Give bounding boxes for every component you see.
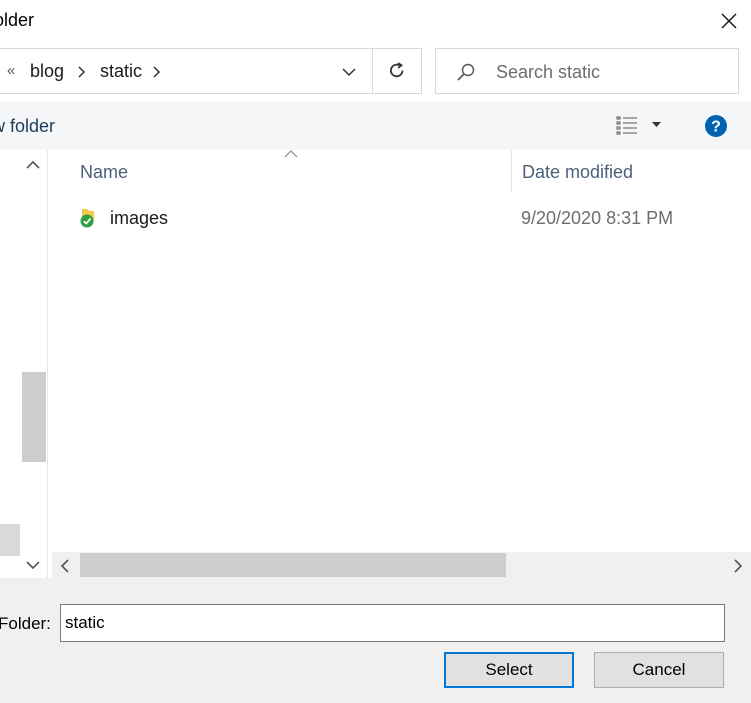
horizontal-scrollbar-thumb[interactable] bbox=[80, 553, 506, 577]
search-icon bbox=[457, 63, 475, 81]
chevron-down-icon[interactable] bbox=[342, 67, 356, 77]
toolbar: w folder ? bbox=[0, 102, 751, 150]
search-input[interactable]: Search static bbox=[435, 48, 739, 94]
folder-label: Folder: bbox=[0, 614, 51, 633]
breadcrumb-separator-icon[interactable] bbox=[77, 66, 87, 78]
column-divider[interactable] bbox=[511, 150, 512, 192]
scroll-down-icon[interactable] bbox=[26, 560, 40, 570]
close-icon bbox=[720, 13, 737, 29]
sort-ascending-icon bbox=[284, 150, 298, 158]
breadcrumb-separator-icon[interactable] bbox=[152, 66, 162, 78]
navigation-pane[interactable] bbox=[0, 150, 48, 578]
nav-scrollbar-thumb[interactable] bbox=[22, 372, 46, 462]
select-button[interactable]: Select bbox=[444, 652, 574, 688]
list-item[interactable]: images 9/20/2020 8:31 PM bbox=[52, 200, 751, 238]
breadcrumb-static[interactable]: static bbox=[100, 61, 142, 82]
view-options-icon[interactable] bbox=[616, 115, 638, 135]
cancel-button[interactable]: Cancel bbox=[594, 652, 724, 688]
refresh-icon bbox=[390, 62, 404, 78]
close-button[interactable] bbox=[706, 0, 751, 42]
column-header-date-modified[interactable]: Date modified bbox=[522, 162, 633, 183]
file-date-modified: 9/20/2020 8:31 PM bbox=[521, 208, 674, 228]
scroll-right-icon[interactable] bbox=[733, 559, 743, 573]
search-placeholder: Search static bbox=[496, 62, 601, 82]
dialog-title: older bbox=[0, 10, 35, 30]
breadcrumb-overflow-icon[interactable]: « bbox=[7, 62, 15, 79]
view-dropdown-icon[interactable] bbox=[652, 122, 661, 128]
scroll-left-icon[interactable] bbox=[60, 559, 70, 573]
help-icon[interactable]: ? bbox=[704, 114, 728, 138]
scroll-up-icon[interactable] bbox=[26, 160, 40, 170]
file-name: images bbox=[110, 208, 169, 228]
column-header-name[interactable]: Name bbox=[80, 162, 128, 183]
address-bar[interactable]: « blog static bbox=[0, 48, 422, 94]
folder-synced-icon bbox=[80, 209, 94, 228]
new-folder-button[interactable]: w folder bbox=[0, 116, 55, 137]
breadcrumb-blog[interactable]: blog bbox=[30, 61, 64, 82]
folder-field[interactable] bbox=[60, 604, 725, 642]
refresh-button[interactable] bbox=[373, 49, 421, 93]
svg-text:?: ? bbox=[711, 119, 721, 136]
nav-selected-item[interactable] bbox=[0, 524, 20, 556]
